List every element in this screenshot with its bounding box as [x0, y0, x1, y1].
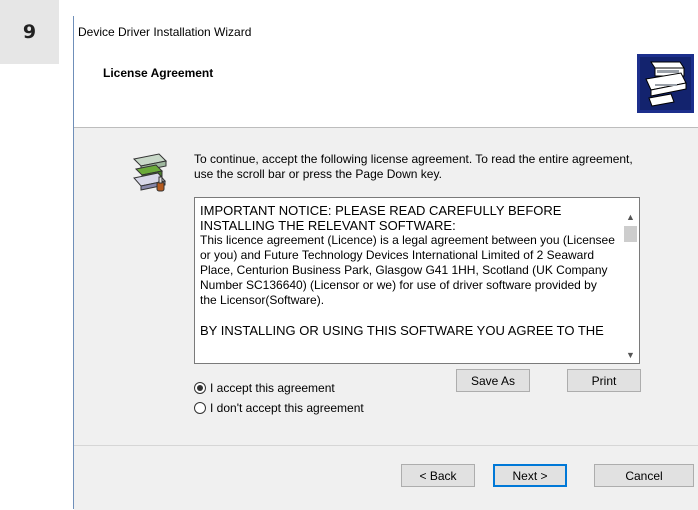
- page-title: License Agreement: [103, 66, 214, 80]
- scroll-up-icon[interactable]: ▲: [622, 208, 639, 225]
- scroll-down-icon[interactable]: ▼: [622, 346, 639, 363]
- accept-radio[interactable]: [194, 382, 206, 394]
- wizard-header: License Agreement: [74, 49, 698, 128]
- license-paragraph: This licence agreement (Licence) is a le…: [200, 233, 615, 307]
- accept-radio-label: I accept this agreement: [210, 381, 335, 395]
- scroll-thumb[interactable]: [624, 226, 637, 242]
- installation-wizard-window: Device Driver Installation Wizard Licens…: [73, 16, 698, 510]
- decline-agreement-option[interactable]: I don't accept this agreement: [194, 401, 364, 415]
- accept-agreement-option[interactable]: I accept this agreement: [194, 381, 335, 395]
- decline-radio[interactable]: [194, 402, 206, 414]
- license-text: IMPORTANT NOTICE: PLEASE READ CAREFULLY …: [200, 203, 615, 338]
- back-button[interactable]: < Back: [401, 464, 475, 487]
- cancel-button[interactable]: Cancel: [594, 464, 694, 487]
- instructions-text: To continue, accept the following licens…: [194, 152, 633, 181]
- window-title: Device Driver Installation Wizard: [78, 25, 252, 39]
- license-text-box[interactable]: IMPORTANT NOTICE: PLEASE READ CAREFULLY …: [194, 197, 640, 364]
- save-as-button[interactable]: Save As: [456, 369, 530, 392]
- license-page: To continue, accept the following licens…: [74, 128, 698, 445]
- license-paragraph: IMPORTANT NOTICE: PLEASE READ CAREFULLY …: [200, 203, 562, 233]
- decline-radio-label: I don't accept this agreement: [210, 401, 364, 415]
- next-button[interactable]: Next >: [493, 464, 567, 487]
- step-number-badge: 9: [0, 0, 59, 64]
- print-button[interactable]: Print: [567, 369, 641, 392]
- license-paragraph: BY INSTALLING OR USING THIS SOFTWARE YOU…: [200, 323, 604, 338]
- license-document-icon: [132, 153, 168, 192]
- wizard-footer: < Back Next > Cancel: [74, 445, 698, 510]
- device-installer-icon: [637, 54, 694, 113]
- license-scrollbar[interactable]: ▲ ▼: [622, 198, 639, 363]
